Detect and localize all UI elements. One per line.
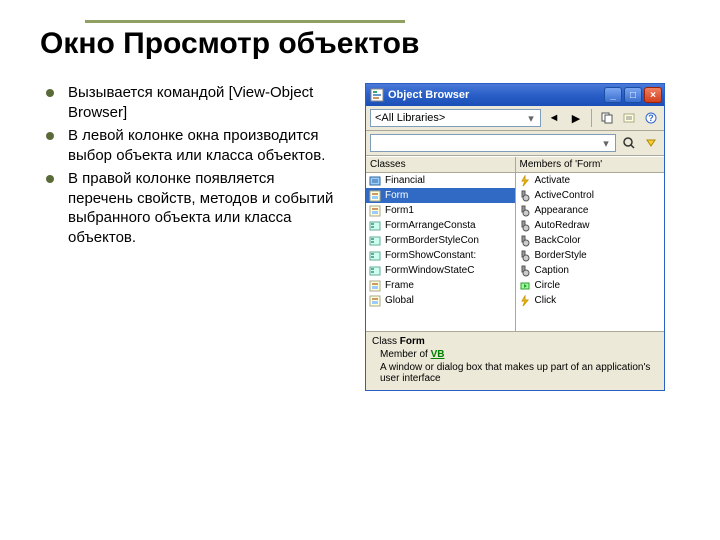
- class-name: Global: [385, 295, 414, 306]
- member-icon: [519, 220, 531, 232]
- member-name: BorderStyle: [535, 250, 587, 261]
- member-name: Appearance: [535, 205, 589, 216]
- class-icon: [369, 235, 381, 247]
- list-item[interactable]: FormWindowStateC: [366, 263, 515, 278]
- info-class-name: Form: [400, 336, 425, 347]
- class-icon: [369, 190, 381, 202]
- nav-forward-button[interactable]: ▶: [567, 109, 585, 127]
- class-icon: [369, 280, 381, 292]
- maximize-button[interactable]: □: [624, 87, 642, 103]
- list-item[interactable]: ActiveControl: [516, 188, 665, 203]
- member-name: Circle: [535, 280, 561, 291]
- class-icon: [369, 265, 381, 277]
- info-class-label: Class: [372, 336, 397, 347]
- class-icon: [369, 175, 381, 187]
- list-item[interactable]: Financial: [366, 173, 515, 188]
- nav-back-button[interactable]: ◄: [545, 109, 563, 127]
- window-title: Object Browser: [388, 89, 602, 101]
- classes-pane: Classes Financial Form Form1 FormArrangeCon…: [366, 157, 516, 331]
- list-item[interactable]: FormArrangeConsta: [366, 218, 515, 233]
- info-member-label: Member of: [380, 349, 428, 360]
- toolbar: <All Libraries> ▾ ◄ ▶ ?: [366, 106, 664, 131]
- class-name: Form: [385, 190, 408, 201]
- list-item[interactable]: Frame: [366, 278, 515, 293]
- member-name: BackColor: [535, 235, 581, 246]
- titlebar: Object Browser _ □ ×: [366, 84, 664, 106]
- close-button[interactable]: ×: [644, 87, 662, 103]
- slide-title: Окно Просмотр объектов: [40, 27, 680, 61]
- list-item[interactable]: Form: [366, 188, 515, 203]
- classes-header: Classes: [366, 157, 515, 173]
- search-bar: ▾: [366, 131, 664, 156]
- member-name: ActiveControl: [535, 190, 594, 201]
- class-icon: [369, 220, 381, 232]
- app-icon: [370, 88, 384, 102]
- bullet-dot: [46, 175, 54, 183]
- member-icon: [519, 175, 531, 187]
- class-name: FormShowConstant:: [385, 250, 476, 261]
- class-name: FormArrangeConsta: [385, 220, 476, 231]
- bullet-list: Вызывается командой [View-Object Browser…: [40, 83, 340, 391]
- member-name: Click: [535, 295, 557, 306]
- info-member-link[interactable]: VB: [431, 349, 445, 360]
- list-item[interactable]: Global: [366, 293, 515, 308]
- separator: [591, 109, 592, 127]
- class-icon: [369, 250, 381, 262]
- class-name: FormWindowStateC: [385, 265, 474, 276]
- chevron-down-icon: ▾: [524, 112, 538, 125]
- member-icon: [519, 280, 531, 292]
- copy-button[interactable]: [598, 109, 616, 127]
- list-item[interactable]: Appearance: [516, 203, 665, 218]
- class-icon: [369, 205, 381, 217]
- list-item[interactable]: Activate: [516, 173, 665, 188]
- bullet-text: Вызывается командой [View-Object Browser…: [68, 83, 340, 122]
- members-header: Members of 'Form': [516, 157, 665, 173]
- list-item[interactable]: FormShowConstant:: [366, 248, 515, 263]
- class-name: Financial: [385, 175, 425, 186]
- list-item[interactable]: Form1: [366, 203, 515, 218]
- library-combo[interactable]: <All Libraries> ▾: [370, 109, 541, 127]
- chevron-down-icon: ▾: [599, 137, 613, 150]
- library-combo-value: <All Libraries>: [375, 112, 445, 124]
- list-item[interactable]: AutoRedraw: [516, 218, 665, 233]
- view-definition-button[interactable]: [620, 109, 638, 127]
- member-name: Caption: [535, 265, 569, 276]
- bullet-dot: [46, 132, 54, 140]
- class-icon: [369, 295, 381, 307]
- help-button[interactable]: ?: [642, 109, 660, 127]
- class-name: Frame: [385, 280, 414, 291]
- class-name: FormBorderStyleCon: [385, 235, 479, 246]
- list-item[interactable]: BorderStyle: [516, 248, 665, 263]
- member-name: Activate: [535, 175, 571, 186]
- class-name: Form1: [385, 205, 414, 216]
- member-icon: [519, 205, 531, 217]
- search-button[interactable]: [620, 134, 638, 152]
- title-rule: [85, 20, 405, 23]
- list-item[interactable]: Click: [516, 293, 665, 308]
- list-item[interactable]: Caption: [516, 263, 665, 278]
- list-item[interactable]: FormBorderStyleCon: [366, 233, 515, 248]
- info-description: A window or dialog box that makes up par…: [380, 362, 658, 384]
- info-panel: Class Form Member of VB A window or dial…: [366, 331, 664, 390]
- classes-list[interactable]: Financial Form Form1 FormArrangeConsta FormB…: [366, 173, 515, 331]
- search-combo[interactable]: ▾: [370, 134, 616, 152]
- member-icon: [519, 295, 531, 307]
- bullet-text: В правой колонке появляется перечень сво…: [68, 169, 340, 247]
- list-item[interactable]: Circle: [516, 278, 665, 293]
- bullet-dot: [46, 89, 54, 97]
- list-item[interactable]: BackColor: [516, 233, 665, 248]
- member-icon: [519, 250, 531, 262]
- object-browser-window: Object Browser _ □ × <All Libraries> ▾ ◄…: [365, 83, 665, 391]
- svg-text:?: ?: [648, 113, 654, 123]
- member-icon: [519, 190, 531, 202]
- member-name: AutoRedraw: [535, 220, 590, 231]
- member-icon: [519, 235, 531, 247]
- members-list[interactable]: Activate ActiveControl Appearance AutoRedra…: [516, 173, 665, 331]
- bullet-text: В левой колонке окна производится выбор …: [68, 126, 340, 165]
- members-pane: Members of 'Form' ActivateActiveControlA…: [516, 157, 665, 331]
- show-results-button[interactable]: [642, 134, 660, 152]
- minimize-button[interactable]: _: [604, 87, 622, 103]
- member-icon: [519, 265, 531, 277]
